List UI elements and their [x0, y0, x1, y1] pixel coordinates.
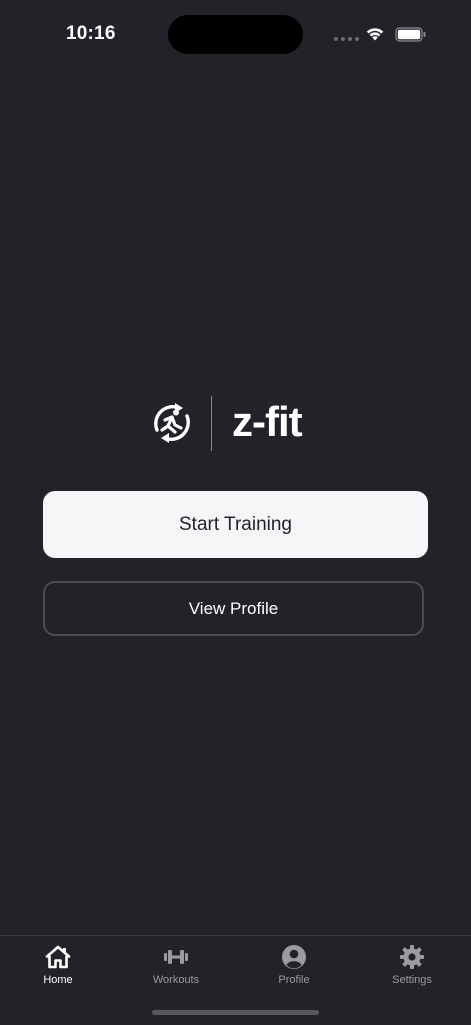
status-bar: 10:16	[0, 0, 471, 70]
view-profile-button[interactable]: View Profile	[43, 581, 424, 636]
tab-settings-label: Settings	[392, 974, 432, 986]
wifi-icon	[366, 28, 384, 41]
status-time: 10:16	[66, 23, 116, 44]
start-training-button[interactable]: Start Training	[43, 491, 428, 558]
gear-icon	[400, 945, 424, 969]
battery-icon	[395, 27, 426, 42]
dynamic-island	[168, 15, 303, 54]
tab-profile-label: Profile	[278, 974, 310, 986]
tab-settings[interactable]: Settings	[367, 944, 457, 988]
cellular-signal-icon	[334, 37, 359, 41]
app-logo: z-fit	[148, 394, 323, 452]
home-indicator	[152, 1010, 319, 1015]
app-name: z-fit	[232, 398, 303, 445]
home-icon	[45, 945, 71, 969]
tab-home-label: Home	[43, 974, 73, 986]
person-circle-icon	[282, 945, 306, 969]
tab-workouts-label: Workouts	[152, 974, 200, 986]
tab-profile[interactable]: Profile	[249, 944, 339, 988]
dumbbell-icon	[164, 950, 188, 964]
tab-workouts[interactable]: Workouts	[131, 944, 221, 988]
running-person-cycle-icon	[154, 403, 190, 443]
logo-divider	[211, 396, 212, 451]
tab-home[interactable]: Home	[13, 944, 103, 988]
